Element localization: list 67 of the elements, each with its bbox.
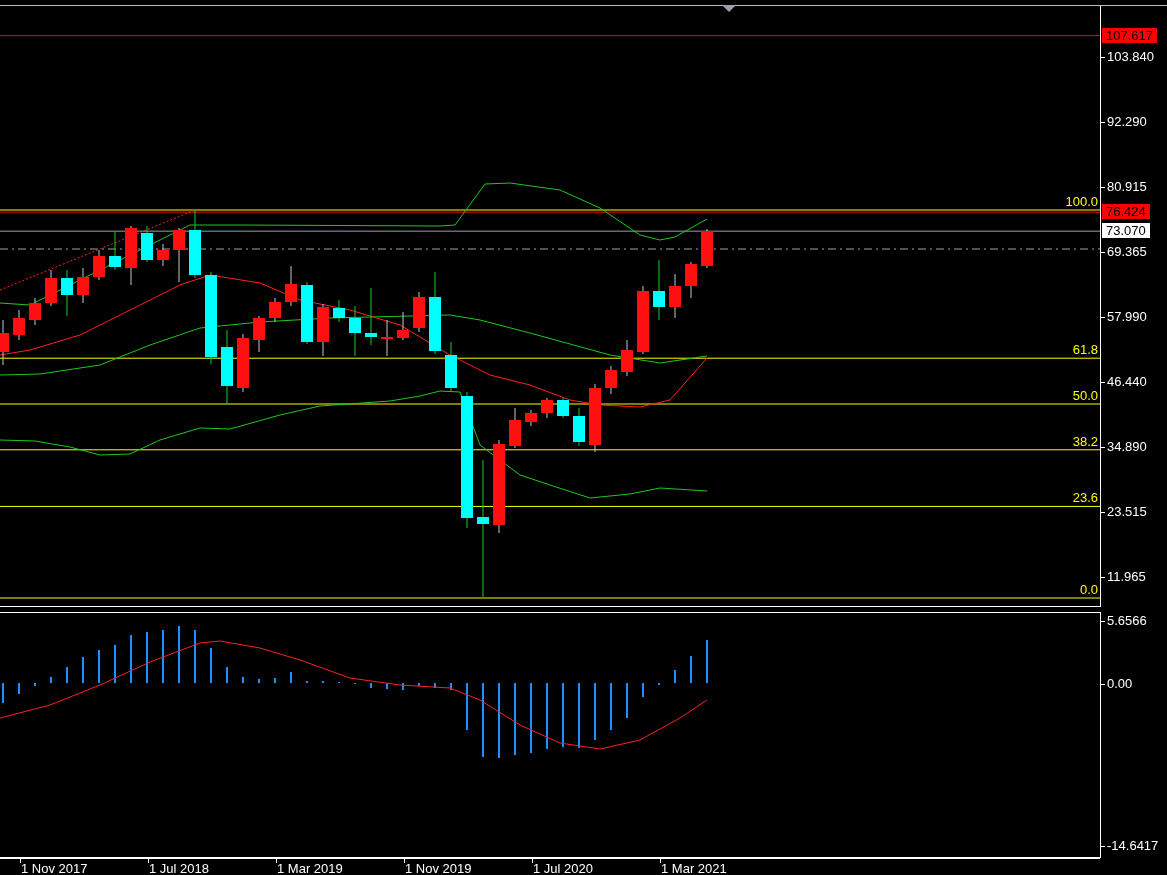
candlestick xyxy=(397,311,409,341)
candlestick xyxy=(61,269,73,317)
price-axis-label: 11.965 xyxy=(1107,569,1146,584)
candlestick xyxy=(349,305,361,357)
candlestick xyxy=(29,297,41,326)
candlestick xyxy=(301,281,313,345)
candlestick xyxy=(189,209,201,279)
candlestick xyxy=(237,333,249,393)
candlestick xyxy=(701,228,713,269)
fibonacci-level-label: 50.0 xyxy=(1072,389,1098,403)
candlestick xyxy=(605,365,617,395)
time-axis-label: 1 Jul 2020 xyxy=(533,861,593,875)
fibonacci-level-label: 100.0 xyxy=(1065,195,1098,209)
candlestick xyxy=(93,249,105,281)
price-axis-label: 34.890 xyxy=(1107,439,1147,455)
indicator-axis-label: 5.6566 xyxy=(1107,613,1147,628)
candlestick xyxy=(685,261,697,299)
candlestick xyxy=(541,397,553,419)
time-axis-label: 1 Jul 2018 xyxy=(149,861,209,875)
price-axis-label: 69.365 xyxy=(1107,244,1147,260)
candlestick xyxy=(125,225,137,286)
candlestick xyxy=(253,315,265,353)
candlestick xyxy=(509,407,521,449)
candlestick xyxy=(381,319,393,357)
candlestick xyxy=(525,409,537,427)
candlestick xyxy=(557,397,569,419)
candlestick xyxy=(13,309,25,341)
candlestick xyxy=(109,231,121,271)
candlestick xyxy=(653,259,665,321)
fibonacci-level-label: 61.8 xyxy=(1072,343,1098,358)
candlestick xyxy=(621,339,633,377)
time-axis-label: 1 Nov 2019 xyxy=(405,861,472,875)
candlestick xyxy=(269,297,281,323)
price-tag: 73.070 xyxy=(1102,223,1150,239)
candlestick xyxy=(285,265,297,307)
fibonacci-level-label: 0.0 xyxy=(1079,583,1098,597)
candlestick xyxy=(413,291,425,333)
time-axis-label: 1 Mar 2021 xyxy=(661,861,727,875)
price-axis-label: 92.290 xyxy=(1107,114,1147,130)
time-axis-label: 1 Nov 2017 xyxy=(21,861,88,875)
indicator-axis-label: -14.6417 xyxy=(1107,837,1159,853)
candlestick xyxy=(573,407,585,447)
candlestick xyxy=(0,319,9,366)
price-tag: 76.424 xyxy=(1102,204,1150,220)
candlestick xyxy=(445,341,457,393)
fibonacci-level-label: 38.2 xyxy=(1072,434,1098,449)
candlestick xyxy=(77,267,89,304)
candlestick xyxy=(157,243,169,267)
scroll-marker-icon[interactable] xyxy=(722,5,736,12)
candlestick xyxy=(333,299,345,323)
price-axis-label: 103.840 xyxy=(1107,49,1154,64)
candlestick xyxy=(365,287,377,346)
fibonacci-level-label: 23.6 xyxy=(1072,491,1098,506)
candlestick xyxy=(45,269,57,307)
price-tag: 107.617 xyxy=(1102,27,1157,43)
candlestick xyxy=(317,303,329,357)
candlestick xyxy=(669,273,681,319)
time-axis-label: 1 Mar 2019 xyxy=(277,861,343,875)
price-axis-label: 80.915 xyxy=(1107,178,1147,194)
candlestick xyxy=(141,225,153,263)
price-axis-label: 46.440 xyxy=(1107,373,1147,389)
indicator-axis-label: 0.00 xyxy=(1107,675,1133,691)
candlestick xyxy=(637,285,649,355)
candlestick xyxy=(589,383,601,453)
price-axis-label: 57.990 xyxy=(1107,308,1147,324)
candlestick xyxy=(173,227,185,283)
price-axis-label: 23.515 xyxy=(1107,503,1147,519)
